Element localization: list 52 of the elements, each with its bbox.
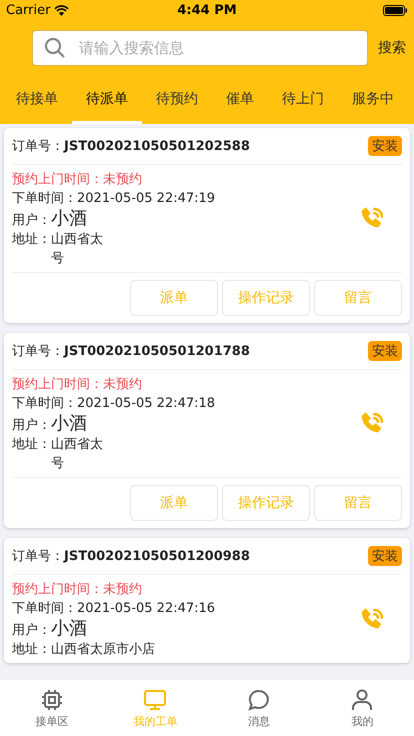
search-field[interactable]: 请输入搜索信息	[32, 30, 368, 66]
tab[interactable]: 服务中	[338, 76, 408, 124]
tab[interactable]: 催单	[212, 76, 268, 124]
order-label: 订单号：	[12, 138, 64, 155]
address-label: 地址：	[12, 436, 51, 454]
order-label: 订单号：	[12, 343, 64, 360]
order-time-label: 下单时间：	[12, 395, 77, 413]
user-name: 小酒	[51, 618, 87, 640]
user-name: 小酒	[51, 208, 87, 230]
order-number: JST002021050501200988	[64, 548, 250, 564]
address-text: 号	[51, 455, 65, 473]
appointment-text: 预约上门时间：未预约	[12, 171, 142, 189]
service-tag: 安装	[368, 546, 402, 566]
battery-icon	[383, 4, 408, 16]
carrier-label: Carrier	[6, 2, 50, 18]
tab[interactable]: 待接单	[0, 76, 72, 124]
service-tag: 安装	[368, 341, 402, 361]
order-time: 2021-05-05 22:47:18	[77, 395, 216, 413]
person-icon	[350, 688, 374, 712]
order-time: 2021-05-05 22:47:16	[77, 600, 216, 618]
tab-bar-item[interactable]: 接单区	[0, 680, 104, 736]
appointment-text: 预约上门时间：未预约	[12, 376, 142, 394]
tab[interactable]: 待预约	[142, 76, 212, 124]
user-label: 用户：	[12, 622, 51, 640]
chat-icon	[246, 688, 271, 712]
user-name: 小酒	[51, 413, 87, 435]
tab-bar-item[interactable]: 消息	[207, 680, 310, 736]
wifi-icon	[54, 4, 70, 16]
user-label: 用户：	[12, 212, 51, 230]
monitor-icon	[143, 688, 168, 712]
order-number: JST002021050501202588	[64, 138, 250, 154]
user-label: 用户：	[12, 417, 51, 435]
tab-bar-item[interactable]: 我的	[310, 680, 414, 736]
search-icon	[44, 37, 66, 59]
appointment-text: 预约上门时间：未预约	[12, 581, 142, 599]
address-text: 号	[51, 250, 65, 268]
tab[interactable]: 待上门	[268, 76, 338, 124]
service-tag: 安装	[368, 136, 402, 156]
order-time-label: 下单时间：	[12, 190, 77, 208]
order-time-label: 下单时间：	[12, 600, 77, 618]
search-button[interactable]: 搜索	[378, 35, 406, 61]
order-label: 订单号：	[12, 548, 64, 565]
tab[interactable]: 待派单	[72, 76, 142, 124]
address-text: 山西省太	[51, 436, 103, 454]
address-text: 山西省太原市小店	[51, 641, 155, 659]
chip-icon	[40, 688, 64, 712]
order-time: 2021-05-05 22:47:19	[77, 190, 216, 208]
status-time: 4:44 PM	[177, 2, 237, 18]
address-text: 山西省太	[51, 231, 103, 249]
address-label: 地址：	[12, 641, 51, 659]
address-label: 地址：	[12, 231, 51, 249]
order-number: JST002021050501201788	[64, 344, 250, 358]
